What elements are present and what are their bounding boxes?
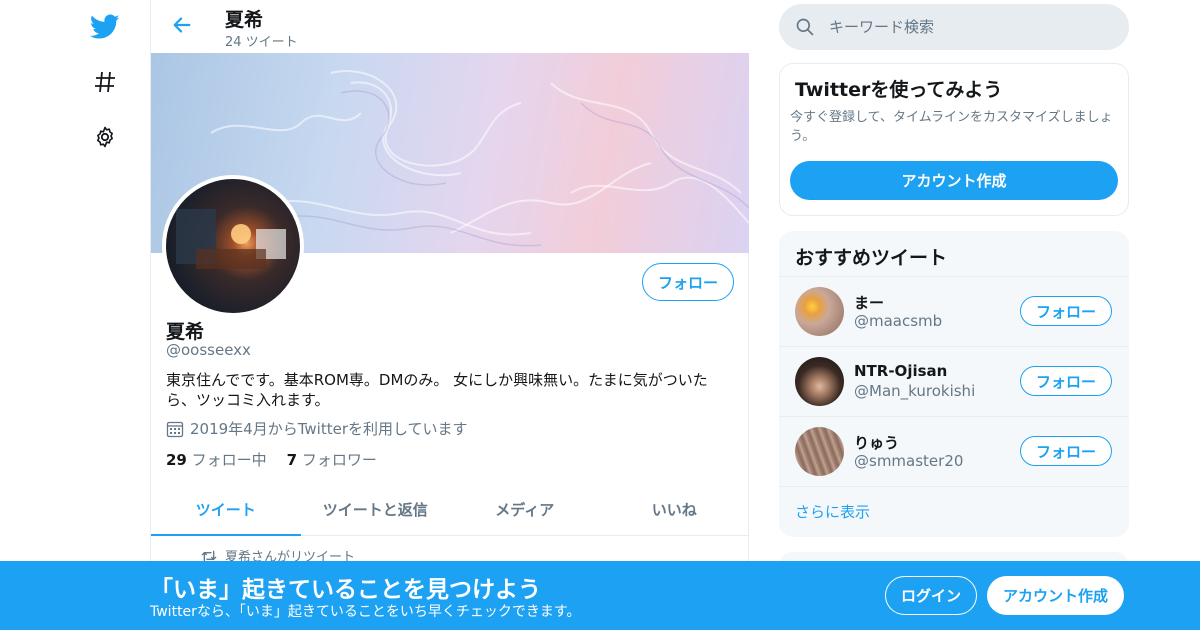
recommended-handle: @Man_kurokishi bbox=[854, 382, 976, 400]
tab-media[interactable]: メディア bbox=[450, 483, 600, 535]
recommended-name[interactable]: NTR-Ojisan bbox=[854, 362, 947, 380]
signup-card-text: 今すぐ登録して、タイムラインをカスタマイズしましょう。 bbox=[790, 110, 1113, 144]
avatar-photo bbox=[176, 209, 286, 269]
recommended-name[interactable]: まー bbox=[854, 292, 884, 313]
recommended-name[interactable]: りゅう bbox=[854, 432, 899, 453]
following-label: フォロー中 bbox=[191, 451, 267, 469]
back-arrow-icon[interactable] bbox=[165, 8, 199, 42]
join-date-text: 2019年4月からTwitterを利用しています bbox=[190, 420, 468, 438]
profile-avatar[interactable] bbox=[162, 175, 304, 317]
signup-card-title: Twitterを使ってみよう bbox=[795, 79, 1003, 101]
search-input[interactable] bbox=[829, 18, 1089, 36]
recommended-follow-button[interactable]: フォロー bbox=[1020, 296, 1112, 326]
recommended-follow-button[interactable]: フォロー bbox=[1020, 436, 1112, 466]
recommended-handle: @smmaster20 bbox=[854, 452, 964, 470]
followers-stat[interactable]: 7 フォロワー bbox=[287, 449, 377, 470]
calendar-icon bbox=[166, 421, 184, 437]
banner-create-account-button[interactable]: アカウント作成 bbox=[987, 576, 1124, 615]
signup-banner: 「いま」起きていることを見つけよう Twitterなら、「いま」起きていることを… bbox=[0, 561, 1200, 630]
follow-button[interactable]: フォロー bbox=[642, 263, 734, 301]
profile-handle[interactable]: @oosseexx bbox=[166, 341, 251, 359]
create-account-button[interactable]: アカウント作成 bbox=[790, 161, 1118, 200]
recommended-account[interactable]: まー @maacsmb フォロー bbox=[779, 276, 1129, 346]
recommended-handle: @maacsmb bbox=[854, 312, 943, 330]
left-nav bbox=[0, 0, 150, 630]
login-button[interactable]: ログイン bbox=[885, 576, 977, 615]
followers-label: フォロワー bbox=[301, 451, 377, 469]
profile-bio: 東京住んでです。基本ROM専。DMのみ。 女にしか興味無い。たまに気がついたら、… bbox=[166, 371, 708, 409]
hashtag-icon[interactable] bbox=[85, 62, 125, 102]
tab-tweets-and-replies[interactable]: ツイートと返信 bbox=[301, 483, 451, 535]
profile-header-bar: 夏希 24 ツイート bbox=[151, 0, 749, 53]
signup-card: Twitterを使ってみよう 今すぐ登録して、タイムラインをカスタマイズしましょ… bbox=[779, 63, 1129, 216]
banner-subtitle: Twitterなら、「いま」起きていることをいち早くチェックできます。 bbox=[150, 604, 581, 620]
gear-icon[interactable] bbox=[85, 117, 125, 157]
following-stat[interactable]: 29 フォロー中 bbox=[166, 449, 267, 470]
search-icon bbox=[796, 18, 814, 36]
recommended-follow-button[interactable]: フォロー bbox=[1020, 366, 1112, 396]
tab-tweets[interactable]: ツイート bbox=[151, 483, 301, 536]
show-more-link[interactable]: さらに表示 bbox=[795, 501, 870, 522]
profile-name: 夏希 bbox=[166, 321, 205, 343]
profile-column: 夏希 24 ツイート フォロー 夏希 @oosseexx 東京住んでです。基本R… bbox=[150, 0, 749, 630]
recommended-account[interactable]: NTR-Ojisan @Man_kurokishi フォロー bbox=[779, 346, 1129, 416]
join-date: 2019年4月からTwitterを利用しています bbox=[166, 418, 468, 439]
recommended-avatar[interactable] bbox=[795, 357, 844, 406]
recommended-tweets-card: おすすめツイート まー @maacsmb フォロー NTR-Ojisan @Ma… bbox=[779, 231, 1129, 537]
recommended-avatar[interactable] bbox=[795, 427, 844, 476]
twitter-bird-icon[interactable] bbox=[85, 7, 125, 47]
following-count: 29 bbox=[166, 451, 187, 469]
tweet-count: 24 ツイート bbox=[225, 35, 298, 50]
profile-tabs: ツイート ツイートと返信 メディア いいね bbox=[151, 483, 749, 536]
follow-stats: 29 フォロー中 7 フォロワー bbox=[166, 449, 377, 470]
recommended-title: おすすめツイート bbox=[795, 247, 948, 269]
followers-count: 7 bbox=[286, 451, 298, 469]
banner-title: 「いま」起きていることを見つけよう bbox=[150, 577, 541, 603]
divider bbox=[779, 486, 1129, 487]
header-profile-name: 夏希 bbox=[225, 9, 264, 31]
tab-likes[interactable]: いいね bbox=[600, 483, 750, 535]
recommended-account[interactable]: りゅう @smmaster20 フォロー bbox=[779, 416, 1129, 486]
recommended-avatar[interactable] bbox=[795, 287, 844, 336]
search-box bbox=[779, 4, 1129, 50]
